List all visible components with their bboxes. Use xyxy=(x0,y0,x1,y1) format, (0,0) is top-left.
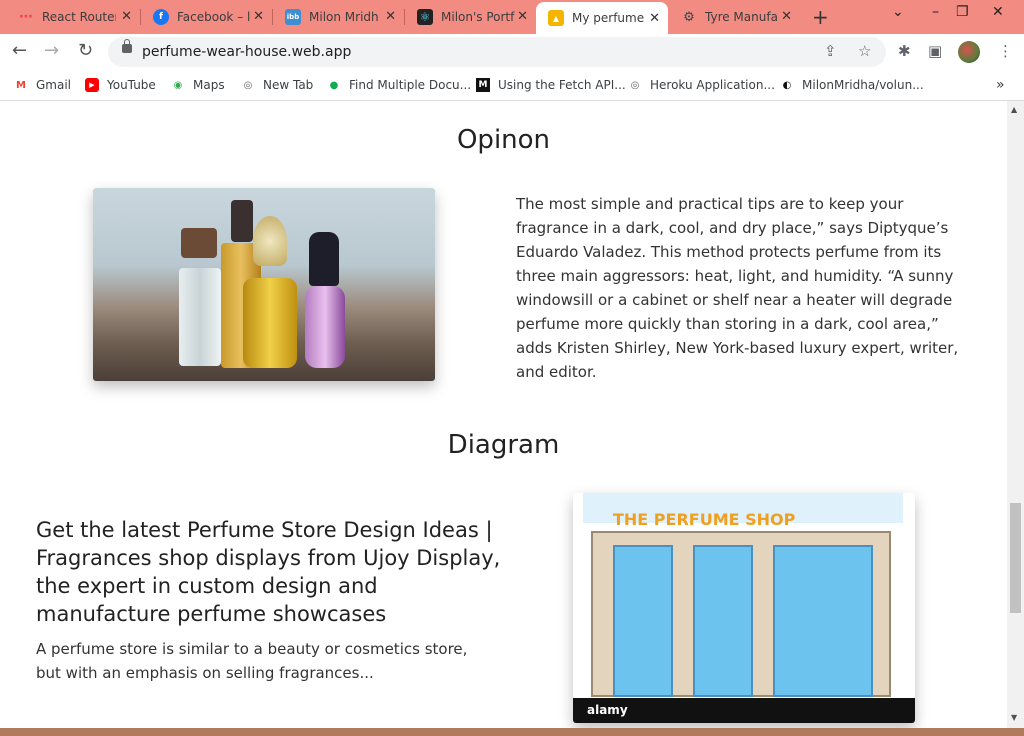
share-icon[interactable]: ⇪ xyxy=(824,42,837,60)
tab-title: My perfume xyxy=(572,11,645,25)
extensions-icon[interactable]: ✱ xyxy=(898,42,911,60)
diagram-section-title: Diagram xyxy=(447,430,560,460)
bookmark-label: Heroku Application... xyxy=(650,78,775,92)
bookmark-star-icon[interactable]: ☆ xyxy=(858,42,871,60)
perfume-site-favicon-icon: ▲ xyxy=(548,10,564,26)
purple-bottle-cap xyxy=(309,232,339,286)
scroll-up-icon[interactable]: ▲ xyxy=(1011,105,1017,114)
bookmark-label: Find Multiple Docu... xyxy=(349,78,472,92)
reload-icon[interactable]: ↻ xyxy=(78,40,93,61)
maps-pin-icon: ◉ xyxy=(173,79,183,91)
tab-close-icon[interactable]: ✕ xyxy=(121,9,132,24)
globe-icon: ◎ xyxy=(630,79,640,91)
tab-title: Facebook – l xyxy=(177,10,251,24)
dark-cap xyxy=(231,200,253,242)
shop-image-title: THE PERFUME SHOP xyxy=(613,510,796,529)
bookmark-new-tab[interactable]: ◎ New Tab xyxy=(241,76,314,94)
shop-image-footer: alamy xyxy=(573,698,915,723)
bookmark-label: Maps xyxy=(193,78,225,92)
shop-building xyxy=(591,531,891,697)
bookmark-label: YouTube xyxy=(107,78,156,92)
shop-window xyxy=(693,545,753,697)
bookmark-fetch-api[interactable]: M Using the Fetch API... xyxy=(476,76,626,94)
lock-icon[interactable] xyxy=(122,39,132,53)
shop-window xyxy=(773,545,873,697)
minimize-icon[interactable]: – xyxy=(932,4,939,20)
imgbb-icon: ibb xyxy=(285,9,301,25)
bookmark-youtube[interactable]: ▶ YouTube xyxy=(85,76,156,94)
bookmark-label: Using the Fetch API... xyxy=(498,78,626,92)
tab-title: Milon Mridh xyxy=(309,10,379,24)
back-arrow-icon[interactable]: ← xyxy=(12,40,27,61)
clear-bottle xyxy=(179,268,221,366)
restore-icon[interactable]: ❐ xyxy=(956,4,969,20)
github-icon: ◐ xyxy=(782,79,792,91)
mdn-icon: M xyxy=(476,78,490,92)
bookmark-label: MilonMridha/volun... xyxy=(802,78,924,92)
tab-strip: ⋯ React Router ✕ f Facebook – l ✕ ibb Mi… xyxy=(0,0,1024,34)
tab-close-icon[interactable]: ✕ xyxy=(517,9,528,24)
globe-icon: ◎ xyxy=(243,79,253,91)
react-router-favicon-icon: ⋯ xyxy=(19,9,33,25)
tab-milon-mridha[interactable]: ibb Milon Mridh ✕ xyxy=(273,0,404,34)
close-window-icon[interactable]: ✕ xyxy=(992,4,1004,20)
tab-close-icon[interactable]: ✕ xyxy=(649,11,660,26)
page-content[interactable]: Opinon The most simple and practical tip… xyxy=(0,101,1007,728)
bottle-cap xyxy=(181,228,217,258)
url-text[interactable]: perfume-wear-house.web.app xyxy=(142,44,351,60)
browser-toolbar: ← → ↻ perfume-wear-house.web.app ⇪ ☆ ✱ ▣… xyxy=(0,34,1024,70)
tab-facebook[interactable]: f Facebook – l ✕ xyxy=(141,0,272,34)
facebook-icon: f xyxy=(153,9,169,25)
tab-my-perfume[interactable]: ▲ My perfume ✕ xyxy=(536,2,668,34)
opinion-paragraph: The most simple and practical tips are t… xyxy=(516,195,959,381)
bookmark-maps[interactable]: ◉ Maps xyxy=(171,76,225,94)
bookmark-github-repo[interactable]: ◐ MilonMridha/volun... xyxy=(780,76,924,94)
profile-avatar[interactable] xyxy=(958,41,980,63)
vertical-scrollbar[interactable]: ▲ ▼ xyxy=(1007,101,1024,728)
address-bar[interactable]: perfume-wear-house.web.app ⇪ ☆ xyxy=(108,37,886,67)
perfume-shop-image: THE PERFUME SHOP alamy xyxy=(573,493,915,723)
tab-title: Tyre Manufa xyxy=(705,10,778,24)
bookmarks-overflow-icon[interactable]: » xyxy=(996,76,1005,94)
bookmark-heroku[interactable]: ◎ Heroku Application... xyxy=(628,76,775,94)
gold-bottle-cap xyxy=(253,216,287,266)
youtube-icon: ▶ xyxy=(85,78,99,92)
perfume-bottles-image xyxy=(93,188,435,381)
forward-arrow-icon[interactable]: → xyxy=(44,40,59,61)
scrollbar-thumb[interactable] xyxy=(1010,503,1021,613)
shop-window xyxy=(613,545,673,697)
gmail-icon: M xyxy=(16,79,26,91)
scroll-down-icon[interactable]: ▼ xyxy=(1011,713,1017,722)
tab-search-icon[interactable]: ⌄ xyxy=(892,4,904,20)
bookmarks-bar: M Gmail ▶ YouTube ◉ Maps ◎ New Tab ● Fin… xyxy=(0,70,1024,101)
gold-bottle xyxy=(243,278,297,368)
side-panel-icon[interactable]: ▣ xyxy=(928,42,942,60)
opinion-section-title: Opinon xyxy=(456,125,551,155)
bookmark-label: New Tab xyxy=(263,78,314,92)
os-taskbar xyxy=(0,728,1024,736)
tab-title: Milon's Portf xyxy=(441,10,515,24)
tab-react-router[interactable]: ⋯ React Router ✕ xyxy=(6,0,140,34)
tab-close-icon[interactable]: ✕ xyxy=(781,9,792,24)
tab-close-icon[interactable]: ✕ xyxy=(385,9,396,24)
diagram-heading: Get the latest Perfume Store Design Idea… xyxy=(36,518,501,626)
react-icon: ⚛ xyxy=(417,9,433,25)
bookmark-find-multiple-docs[interactable]: ● Find Multiple Docu... xyxy=(327,76,471,94)
tab-close-icon[interactable]: ✕ xyxy=(253,9,264,24)
gear-icon: ⚙ xyxy=(683,9,695,25)
bookmark-gmail[interactable]: M Gmail xyxy=(14,76,71,94)
new-tab-button[interactable]: + xyxy=(812,5,829,29)
menu-icon[interactable]: ⋮ xyxy=(998,42,1013,60)
alamy-watermark: alamy xyxy=(587,703,628,717)
purple-bottle xyxy=(305,286,345,368)
mongodb-leaf-icon: ● xyxy=(329,79,339,91)
tab-milons-portfolio[interactable]: ⚛ Milon's Portf ✕ xyxy=(405,0,536,34)
diagram-paragraph: A perfume store is similar to a beauty o… xyxy=(36,640,468,682)
tab-tyre-manufacturer[interactable]: ⚙ Tyre Manufa ✕ xyxy=(669,0,800,34)
tab-title: React Router xyxy=(42,10,116,24)
bookmark-label: Gmail xyxy=(36,78,72,92)
